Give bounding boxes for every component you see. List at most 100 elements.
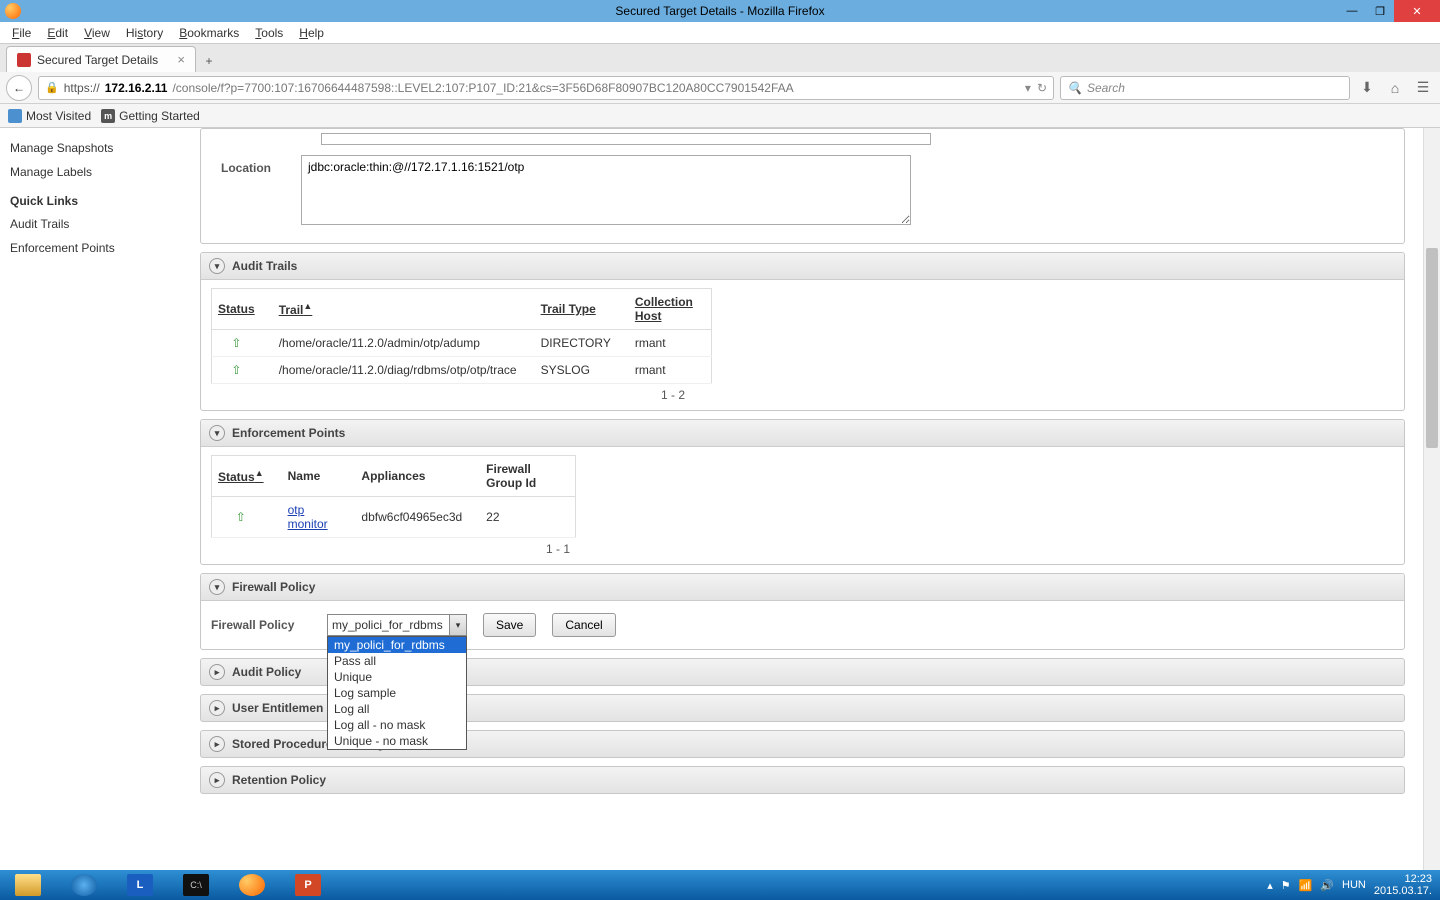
new-tab-button[interactable]: + [196,50,222,72]
expand-toggle-icon[interactable]: ▸ [209,700,225,716]
sidebar-item-manage-snapshots[interactable]: Manage Snapshots [10,136,185,160]
expand-toggle-icon[interactable]: ▸ [209,664,225,680]
menu-help[interactable]: Help [293,24,330,42]
menu-edit[interactable]: Edit [41,24,74,42]
tray-clock[interactable]: 12:23 2015.03.17. [1374,873,1432,897]
col-firewall-group-id[interactable]: Firewall Group Id [480,456,575,497]
cell-trail: /home/oracle/11.2.0/diag/rdbms/otp/otp/t… [273,357,535,384]
tray-language[interactable]: HUN [1342,879,1366,891]
tray-flag-icon[interactable]: ⚑ [1281,879,1291,892]
expand-toggle-icon[interactable]: ▸ [209,736,225,752]
downloads-icon[interactable]: ⬇ [1356,77,1378,99]
sidebar-item-manage-labels[interactable]: Manage Labels [10,160,185,184]
tray-chevron-icon[interactable]: ▴ [1267,879,1273,892]
dropdown-option[interactable]: Log all - no mask [328,717,466,733]
url-input[interactable]: 🔒 https://172.16.2.11/console/f?p=7700:1… [38,76,1054,100]
collapse-toggle-icon[interactable]: ▾ [209,258,225,274]
col-status[interactable]: Status [212,289,273,330]
audit-trails-panel: ▾ Audit Trails Status Trail▲ Trail Type … [200,252,1405,411]
reload-icon[interactable]: ↻ [1037,81,1047,95]
taskbar-explorer[interactable] [0,870,56,900]
enforcement-points-header[interactable]: ▾ Enforcement Points [201,420,1404,447]
retention-policy-bar[interactable]: ▸ Retention Policy [200,766,1405,794]
tray-network-icon[interactable]: 📶 [1299,879,1313,892]
save-button[interactable]: Save [483,613,536,637]
expand-toggle-icon[interactable]: ▸ [209,772,225,788]
col-collection-host[interactable]: Collection Host [629,289,712,330]
bookmark-getting-started[interactable]: mGetting Started [101,109,200,123]
table-row: ⇧ /home/oracle/11.2.0/diag/rdbms/otp/otp… [212,357,712,384]
cell-type: DIRECTORY [535,330,629,357]
col-trail-type[interactable]: Trail Type [535,289,629,330]
page-content: Manage Snapshots Manage Labels Quick Lin… [0,128,1423,870]
tab-close-icon[interactable]: × [177,52,185,67]
taskbar-powerpoint[interactable]: P [280,870,336,900]
taskbar-cmd[interactable]: C:\ [168,870,224,900]
cell-appliance: dbfw6cf04965ec3d [355,497,480,538]
col-name[interactable]: Name [282,456,356,497]
vertical-scrollbar[interactable] [1423,128,1440,870]
window-close-button[interactable]: ✕ [1394,0,1440,22]
firewall-policy-label: Firewall Policy [211,618,311,632]
nav-back-button[interactable]: ← [6,75,32,101]
status-up-icon: ⇧ [231,363,241,377]
panel-title: Enforcement Points [232,426,345,440]
collapse-toggle-icon[interactable]: ▾ [209,579,225,595]
col-appliances[interactable]: Appliances [355,456,480,497]
dropdown-option[interactable]: Unique - no mask [328,733,466,749]
taskbar-firefox[interactable] [224,870,280,900]
sidebar-item-audit-trails[interactable]: Audit Trails [10,212,185,236]
system-tray: ▴ ⚑ 📶 🔊 HUN 12:23 2015.03.17. [1267,873,1440,897]
url-prefix: https:// [64,81,100,95]
select-chevron-icon[interactable]: ▾ [449,614,467,636]
location-input[interactable]: jdbc:oracle:thin:@//172.17.1.16:1521/otp [301,155,911,225]
enforcement-name-link[interactable]: otp monitor [288,503,328,531]
col-trail[interactable]: Trail▲ [273,289,535,330]
scrollbar-thumb[interactable] [1426,248,1438,448]
sort-asc-icon: ▲ [303,301,312,311]
browser-search-input[interactable]: 🔍 Search [1060,76,1350,100]
browser-menubar: File Edit View History Bookmarks Tools H… [0,22,1440,44]
dropdown-icon[interactable]: ▾ [1025,81,1031,95]
target-details-panel: Location jdbc:oracle:thin:@//172.17.1.16… [200,128,1405,244]
firewall-policy-select[interactable]: my_polici_for_rdbms ▾ my_polici_for_rdbm… [327,614,467,636]
bookmark-most-visited[interactable]: Most Visited [8,109,91,123]
menu-tools[interactable]: Tools [249,24,289,42]
description-input[interactable] [321,133,931,145]
window-minimize-button[interactable]: — [1338,0,1366,22]
audit-trails-header[interactable]: ▾ Audit Trails [201,253,1404,280]
dropdown-option[interactable]: Log sample [328,685,466,701]
dropdown-option[interactable]: Unique [328,669,466,685]
tray-volume-icon[interactable]: 🔊 [1320,879,1334,892]
col-status[interactable]: Status▲ [212,456,282,497]
tray-date: 2015.03.17. [1374,885,1432,897]
enforcement-pager: 1 - 1 [211,538,576,556]
browser-tab[interactable]: Secured Target Details × [6,46,196,72]
url-path: /console/f?p=7700:107:16706644487598::LE… [172,81,793,95]
firefox-logo-icon [5,3,21,19]
browser-tabstrip: Secured Target Details × + [0,44,1440,72]
dropdown-option[interactable]: Log all [328,701,466,717]
firewall-policy-header[interactable]: ▾ Firewall Policy [201,574,1404,601]
home-icon[interactable]: ⌂ [1384,77,1406,99]
menu-file[interactable]: File [6,24,37,42]
bookmark-icon [8,109,22,123]
cell-trail: /home/oracle/11.2.0/admin/otp/adump [273,330,535,357]
tray-time: 12:23 [1374,873,1432,885]
collapse-toggle-icon[interactable]: ▾ [209,425,225,441]
taskbar-ie[interactable] [56,870,112,900]
menu-bookmarks[interactable]: Bookmarks [173,24,245,42]
taskbar-lync[interactable]: L [112,870,168,900]
bookmarks-toolbar: Most Visited mGetting Started [0,104,1440,128]
select-value: my_polici_for_rdbms [332,618,443,632]
window-titlebar: Secured Target Details - Mozilla Firefox… [0,0,1440,22]
menu-view[interactable]: View [78,24,116,42]
dropdown-option[interactable]: Pass all [328,653,466,669]
dropdown-option[interactable]: my_polici_for_rdbms [328,637,466,653]
cancel-button[interactable]: Cancel [552,613,615,637]
hamburger-menu-icon[interactable]: ☰ [1412,77,1434,99]
menu-history[interactable]: History [120,24,169,42]
sidebar-item-enforcement-points[interactable]: Enforcement Points [10,236,185,260]
window-maximize-button[interactable]: ❐ [1366,0,1394,22]
sort-asc-icon: ▲ [255,468,264,478]
